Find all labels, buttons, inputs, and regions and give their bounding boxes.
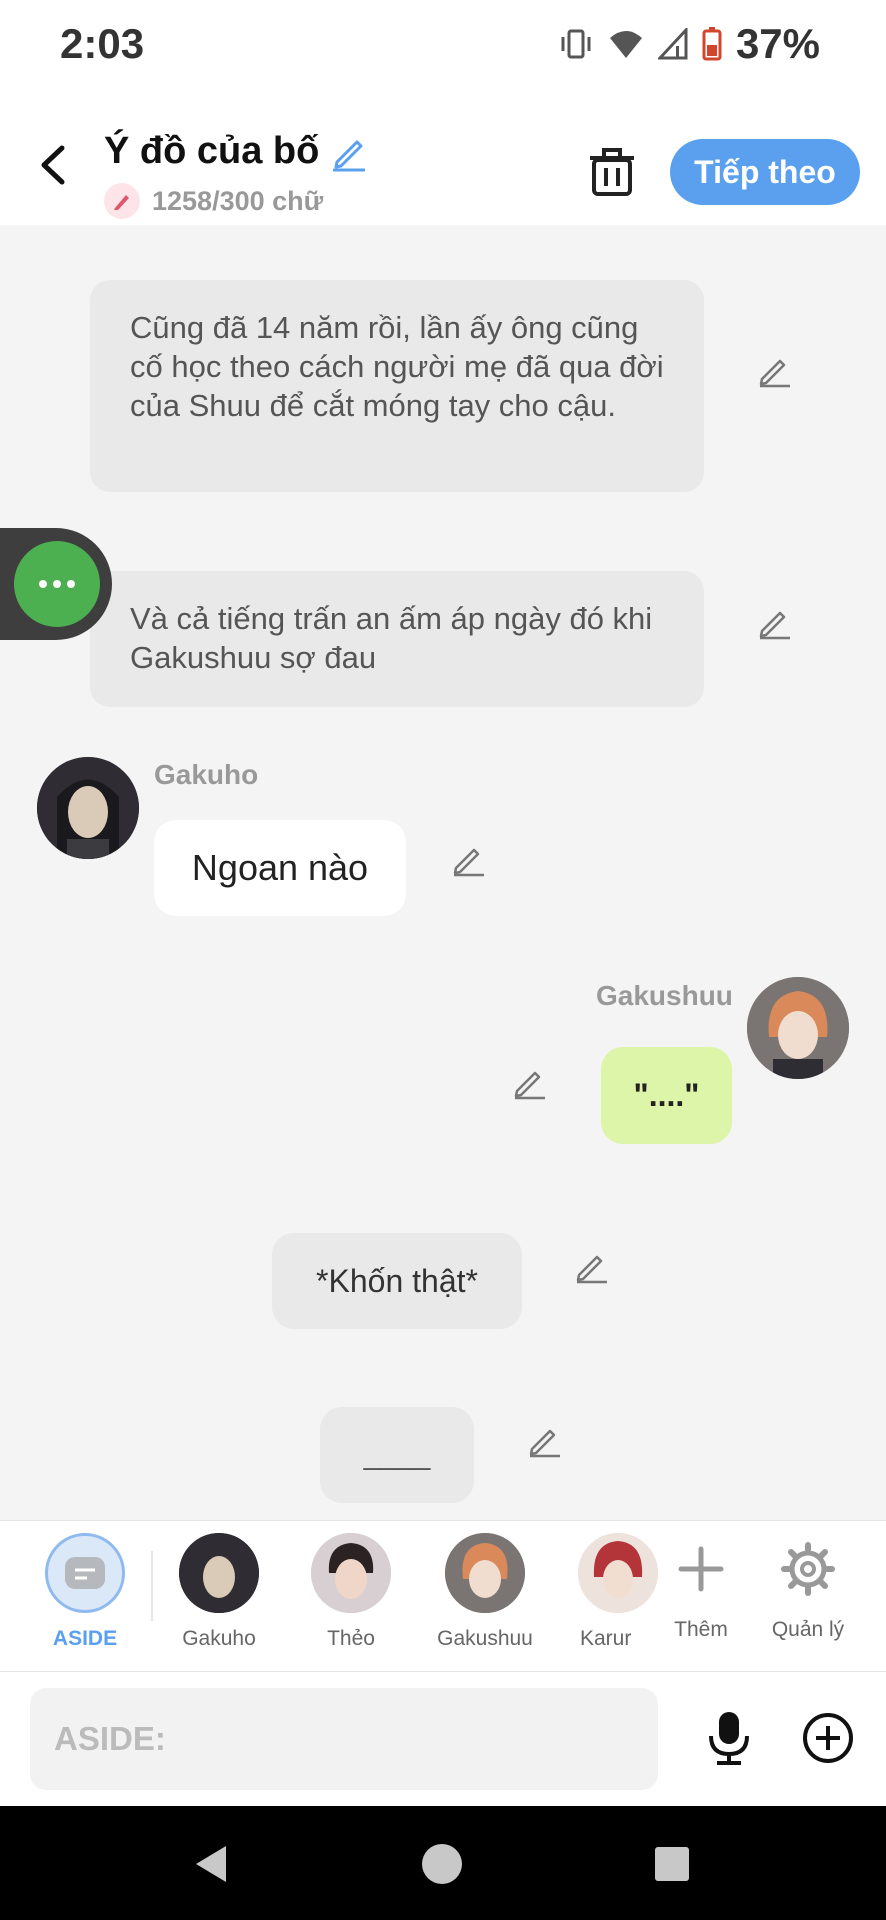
nav-home-icon[interactable] (420, 1842, 464, 1886)
dot-icon (67, 580, 75, 588)
status-bar: 2:03 37% (0, 0, 886, 90)
add-character-button[interactable]: Thêm (641, 1533, 761, 1642)
next-button[interactable]: Tiếp theo (670, 139, 860, 205)
dot-icon (53, 580, 61, 588)
system-nav-bar (0, 1806, 886, 1920)
word-count-row: 1258/300 chữ (104, 183, 369, 219)
narration-text: ____ (363, 1438, 431, 1471)
battery-icon (702, 27, 722, 61)
message-bubble[interactable]: Ngoan nào (154, 820, 406, 916)
speaker-name: Gakushuu (596, 980, 733, 1011)
input-bar: ASIDE: (0, 1672, 886, 1806)
message-text: Ngoan nào (191, 847, 369, 888)
gear-icon (781, 1542, 835, 1596)
character-bar: ASIDE Gakuho Thẻo Gakushuu Karur Thêm Qu… (0, 1520, 886, 1672)
more-options-button[interactable] (14, 541, 100, 627)
story-title-row[interactable]: Ý đồ của bố (104, 130, 369, 173)
add-label: Thêm (674, 1618, 728, 1641)
manage-characters-button[interactable]: Quản lý (748, 1533, 868, 1642)
status-icons: 37% (558, 20, 820, 68)
wifi-icon (609, 31, 642, 58)
edit-message-icon[interactable] (756, 603, 794, 641)
nav-recents-icon[interactable] (652, 1844, 692, 1884)
narration-text: *Khốn thật* (316, 1262, 478, 1299)
editor-header: Ý đồ của bố 1258/300 chữ Tiếp theo (0, 90, 886, 225)
nav-back-icon[interactable] (190, 1842, 234, 1886)
add-circle-icon[interactable] (802, 1712, 854, 1764)
edit-title-icon[interactable] (329, 132, 369, 172)
narration-text: Cũng đã 14 năm rồi, lần ấy ông cũng cố h… (130, 310, 664, 423)
trash-icon[interactable] (588, 146, 636, 198)
vibrate-icon (561, 29, 591, 59)
divider (151, 1551, 153, 1621)
message-text: "...." (633, 1077, 700, 1113)
manage-label: Quản lý (771, 1618, 845, 1641)
character-label: ASIDE (52, 1627, 118, 1650)
edit-message-icon[interactable] (756, 351, 794, 389)
microphone-icon[interactable] (704, 1710, 754, 1766)
character-aside[interactable]: ASIDE (25, 1533, 145, 1651)
edit-message-icon[interactable] (573, 1247, 611, 1285)
title-area: Ý đồ của bố 1258/300 chữ (104, 130, 369, 219)
avatar-gakushuu[interactable] (747, 977, 849, 1079)
edit-message-icon[interactable] (526, 1421, 564, 1459)
character-theo[interactable]: Thẻo (291, 1533, 411, 1651)
signal-icon (657, 28, 688, 60)
avatar (179, 1533, 259, 1613)
plus-icon (678, 1546, 724, 1592)
narration-bubble[interactable]: *Khốn thật* (272, 1233, 522, 1329)
character-gakuho[interactable]: Gakuho (159, 1533, 279, 1651)
pencil-icon (104, 183, 140, 219)
character-label: Gakushuu (437, 1627, 533, 1650)
status-time: 2:03 (60, 20, 145, 67)
back-button[interactable] (30, 140, 80, 190)
narration-text: Và cả tiếng trấn an ấm áp ngày đó khi Ga… (130, 601, 653, 675)
edit-message-icon[interactable] (511, 1063, 549, 1101)
character-gakushuu[interactable]: Gakushuu (425, 1533, 545, 1651)
character-label: Thẻo (327, 1627, 375, 1650)
speaker-name: Gakuho (154, 759, 259, 790)
story-title: Ý đồ của bố (104, 130, 320, 172)
word-count: 1258/300 chữ (152, 185, 324, 216)
battery-percent: 37% (735, 20, 820, 67)
narration-bubble[interactable]: Và cả tiếng trấn an ấm áp ngày đó khi Ga… (90, 571, 704, 707)
floating-menu (0, 528, 112, 640)
message-input[interactable]: ASIDE: (30, 1688, 658, 1790)
narration-bubble[interactable]: ____ (320, 1407, 474, 1503)
avatar (311, 1533, 391, 1613)
message-bubble[interactable]: "...." (601, 1047, 732, 1144)
aside-icon (45, 1533, 125, 1613)
avatar-gakuho[interactable] (37, 757, 139, 859)
dot-icon (39, 580, 47, 588)
avatar (445, 1533, 525, 1613)
edit-message-icon[interactable] (450, 840, 488, 878)
character-label: Gakuho (182, 1627, 256, 1650)
narration-bubble[interactable]: Cũng đã 14 năm rồi, lần ấy ông cũng cố h… (90, 280, 704, 492)
chat-area[interactable]: Cũng đã 14 năm rồi, lần ấy ông cũng cố h… (0, 225, 886, 1520)
